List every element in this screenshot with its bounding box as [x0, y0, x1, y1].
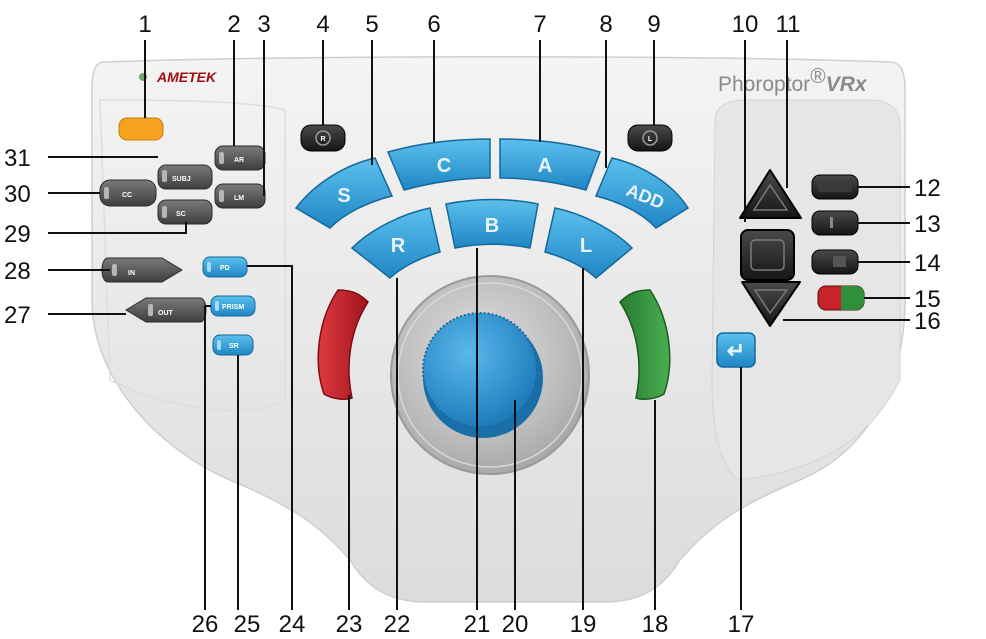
svg-text:A: A	[538, 155, 552, 177]
dial-knob[interactable]	[422, 312, 538, 428]
callout-25: 25	[234, 611, 261, 638]
svg-text:SUBJ: SUBJ	[172, 176, 191, 183]
svg-text:SC: SC	[176, 211, 186, 218]
left-eye-small-button[interactable]: L	[627, 124, 673, 152]
callout-2: 2	[227, 11, 240, 38]
callout-18: 18	[642, 611, 669, 638]
callout-27: 27	[4, 302, 31, 329]
callout-14: 14	[914, 250, 941, 277]
svg-text:L: L	[648, 136, 653, 143]
callout-9: 9	[647, 11, 660, 38]
orange-button[interactable]	[118, 117, 164, 141]
sc-button[interactable]: SC	[157, 199, 213, 225]
phoroptor-controller-diagram: AMETEK Phoroptor®VRx SUBJ AR LM CC SC IN	[4, 11, 941, 638]
callout-23: 23	[336, 611, 363, 638]
lm-button[interactable]: LM	[214, 183, 266, 209]
prism-button[interactable]: PRISM	[210, 295, 256, 317]
red-green-button[interactable]	[817, 285, 865, 311]
svg-text:LM: LM	[234, 195, 244, 202]
ar-button[interactable]: AR	[214, 145, 266, 171]
sr-button[interactable]: SR	[212, 334, 254, 356]
brand-logo: AMETEK	[156, 69, 217, 85]
callout-28: 28	[4, 258, 31, 285]
callout-22: 22	[384, 611, 411, 638]
callout-24: 24	[279, 611, 306, 638]
b-both-eyes-button[interactable]: B	[445, 198, 539, 249]
callout-16: 16	[914, 308, 941, 335]
callout-11: 11	[776, 11, 801, 38]
callout-30: 30	[4, 181, 31, 208]
svg-text:R: R	[391, 235, 406, 257]
svg-text:IN: IN	[128, 270, 135, 277]
svg-text:CC: CC	[122, 192, 132, 199]
right-eye-small-button[interactable]: R	[300, 124, 346, 152]
callout-6: 6	[427, 11, 440, 38]
subj-button[interactable]: SUBJ	[157, 164, 213, 190]
callout-31: 31	[4, 145, 31, 172]
svg-text:PRISM: PRISM	[222, 304, 244, 311]
callout-20: 20	[502, 611, 529, 638]
svg-text:C: C	[437, 155, 451, 177]
svg-text:B: B	[485, 215, 499, 237]
callout-12: 12	[914, 175, 941, 202]
enter-icon: ↵	[727, 338, 745, 363]
callout-7: 7	[533, 11, 546, 38]
callout-5: 5	[365, 11, 378, 38]
callout-3: 3	[257, 11, 270, 38]
svg-text:R: R	[320, 136, 325, 143]
callout-26: 26	[192, 611, 219, 638]
callout-21: 21	[464, 611, 491, 638]
select-square-button[interactable]	[740, 229, 795, 281]
callout-8: 8	[599, 11, 612, 38]
svg-text:AR: AR	[234, 157, 244, 164]
split-button-13[interactable]	[811, 210, 859, 236]
pd-button[interactable]: PD	[202, 256, 248, 278]
callout-19: 19	[570, 611, 597, 638]
callout-13: 13	[914, 211, 941, 238]
occluder-button-12[interactable]	[811, 174, 859, 200]
callout-1: 1	[138, 11, 151, 38]
half-button-14[interactable]	[811, 249, 859, 275]
callout-29: 29	[4, 221, 31, 248]
enter-button[interactable]: ↵	[716, 332, 756, 368]
callout-4: 4	[316, 11, 329, 38]
callout-10: 10	[732, 11, 759, 38]
callout-17: 17	[728, 611, 755, 638]
cc-button[interactable]: CC	[99, 179, 157, 207]
svg-text:L: L	[580, 235, 592, 257]
svg-text:OUT: OUT	[158, 310, 174, 317]
svg-text:SR: SR	[229, 343, 239, 350]
svg-text:S: S	[337, 185, 350, 207]
svg-text:PD: PD	[220, 265, 230, 272]
